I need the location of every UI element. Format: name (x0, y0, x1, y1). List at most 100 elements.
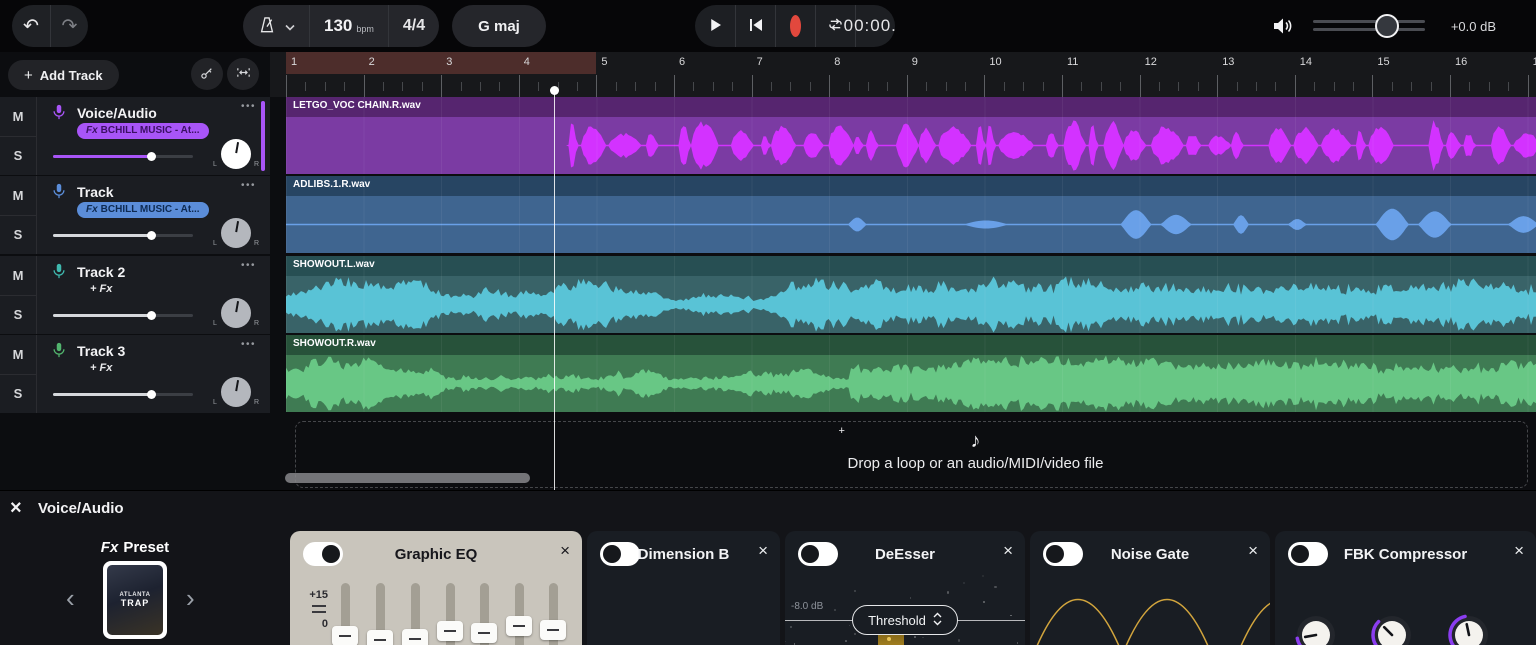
clip-label: ADLIBS.1.R.wav (286, 176, 1536, 196)
metronome-icon (257, 15, 277, 38)
eq-fader-handle[interactable] (506, 616, 532, 636)
pan-left-label: L (213, 161, 217, 168)
effect-toggle[interactable] (600, 542, 640, 566)
eq-fader-handle[interactable] (471, 623, 497, 643)
eq-fader-handle[interactable] (437, 621, 463, 641)
effect-toggle[interactable] (303, 542, 343, 566)
pan-right-label: R (254, 320, 259, 327)
add-fx-button[interactable]: + Fx (90, 283, 112, 295)
pan-knob[interactable] (221, 298, 251, 328)
compressor-knob[interactable] (1373, 616, 1411, 645)
clip-label: LETGO_VOC CHAIN.R.wav (286, 97, 1536, 117)
solo-button[interactable]: S (0, 215, 36, 254)
close-effects-panel-button[interactable]: × (10, 497, 22, 520)
bar-number: 11 (1067, 56, 1078, 68)
add-fx-button[interactable]: + Fx (90, 362, 112, 374)
bar-number: 3 (446, 56, 452, 68)
eq-fader-handle[interactable] (332, 626, 358, 645)
track-name[interactable]: Voice/Audio (77, 105, 157, 121)
waveform (286, 117, 1536, 174)
audio-clip[interactable]: SHOWOUT.R.wav (286, 335, 1536, 412)
chevron-down-icon (285, 19, 295, 34)
track-menu-button[interactable]: ••• (241, 101, 256, 112)
playhead-handle[interactable] (550, 86, 559, 95)
audio-clip[interactable]: LETGO_VOC CHAIN.R.wav (286, 97, 1536, 174)
add-track-button[interactable]: + Add Track (8, 60, 119, 90)
compressor-knobs[interactable] (1275, 531, 1536, 645)
play-button[interactable] (695, 5, 735, 47)
audio-clip[interactable]: SHOWOUT.L.wav (286, 256, 1536, 333)
solo-button[interactable]: S (0, 295, 36, 334)
daw-app: ↶ ↷ 130 bpm 4/4 G maj (0, 0, 1536, 645)
pan-right-label: R (254, 399, 259, 406)
track-volume-slider[interactable] (53, 308, 193, 322)
speaker-icon[interactable] (1271, 14, 1295, 38)
pan-knob[interactable] (221, 139, 251, 169)
time-display[interactable]: 00:00.0 (855, 5, 895, 47)
track-menu-button[interactable]: ••• (241, 339, 256, 350)
pan-knob[interactable] (221, 218, 251, 248)
updown-chevron-icon (933, 612, 942, 629)
preset-prev-button[interactable]: ‹ (66, 583, 75, 614)
preset-artwork: ATLANTA TRAP (107, 565, 163, 635)
track-menu-button[interactable]: ••• (241, 260, 256, 271)
time-signature-button[interactable]: 4/4 (388, 5, 439, 47)
eq-fader-handle[interactable] (540, 620, 566, 640)
undo-button[interactable]: ↶ (12, 5, 50, 47)
skip-to-start-button[interactable] (735, 5, 775, 47)
fit-project-button[interactable] (227, 58, 259, 90)
solo-button[interactable]: S (0, 136, 36, 175)
bar-number: 4 (524, 56, 530, 68)
bpm-button[interactable]: 130 bpm (309, 5, 388, 47)
record-button[interactable] (775, 5, 815, 47)
track-name[interactable]: Track 2 (77, 264, 125, 280)
mute-button[interactable]: M (0, 97, 36, 136)
key-button[interactable]: G maj (452, 5, 546, 47)
threshold-value: -8.0 dB (791, 601, 823, 612)
solo-button[interactable]: S (0, 374, 36, 413)
eq-fader-handle[interactable] (402, 629, 428, 645)
fx-chain-badge[interactable]: FxBCHILL MUSIC - At... (77, 202, 209, 218)
track-menu-button[interactable]: ••• (241, 180, 256, 191)
mute-button[interactable]: M (0, 176, 36, 215)
tuning-key-button[interactable] (191, 58, 223, 90)
master-volume-slider[interactable] (1313, 13, 1425, 39)
mute-button[interactable]: M (0, 256, 36, 295)
horizontal-scrollbar[interactable] (285, 473, 530, 483)
preset-next-button[interactable]: › (186, 583, 195, 614)
compressor-knob[interactable] (1297, 616, 1335, 645)
preset-card[interactable]: ATLANTA TRAP (103, 561, 167, 639)
track-volume-slider[interactable] (53, 228, 193, 242)
bar-number: 17 (1533, 56, 1536, 68)
track-volume-slider[interactable] (53, 387, 193, 401)
audio-clip[interactable]: ADLIBS.1.R.wav (286, 176, 1536, 253)
remove-effect-button[interactable]: × (1003, 541, 1013, 561)
loop-region-highlight[interactable] (286, 52, 596, 74)
fx-chain-badge[interactable]: FxBCHILL MUSIC - At... (77, 123, 209, 139)
effect-card-graphic-eq: Graphic EQ × +15 0 (290, 531, 582, 645)
track-name[interactable]: Track (77, 184, 114, 200)
bar-number: 14 (1300, 56, 1312, 68)
dropzone-label: Drop a loop or an audio/MIDI/video file (848, 455, 1104, 472)
eq-fader-handle[interactable] (367, 630, 393, 645)
slider-knob[interactable] (1375, 14, 1399, 38)
threshold-selector[interactable]: Threshold (852, 605, 958, 635)
bar-number: 1 (291, 56, 297, 68)
remove-effect-button[interactable]: × (758, 541, 768, 561)
redo-button[interactable]: ↷ (50, 5, 88, 47)
bar-ruler[interactable]: 1234567891011121314151617 (270, 52, 1536, 97)
remove-effect-button[interactable]: × (560, 541, 570, 561)
track-name[interactable]: Track 3 (77, 343, 125, 359)
waveform (286, 355, 1536, 412)
bar-number: 2 (369, 56, 375, 68)
slider-track (1313, 28, 1425, 31)
track-volume-slider[interactable] (53, 149, 193, 163)
compressor-knob[interactable] (1450, 616, 1488, 645)
effect-toggle[interactable] (798, 542, 838, 566)
mute-button[interactable]: M (0, 335, 36, 374)
metronome-button[interactable] (243, 5, 309, 47)
pan-knob[interactable] (221, 377, 251, 407)
toggle-knob (603, 545, 621, 563)
mic-icon (50, 103, 68, 121)
bar-number: 7 (757, 56, 763, 68)
